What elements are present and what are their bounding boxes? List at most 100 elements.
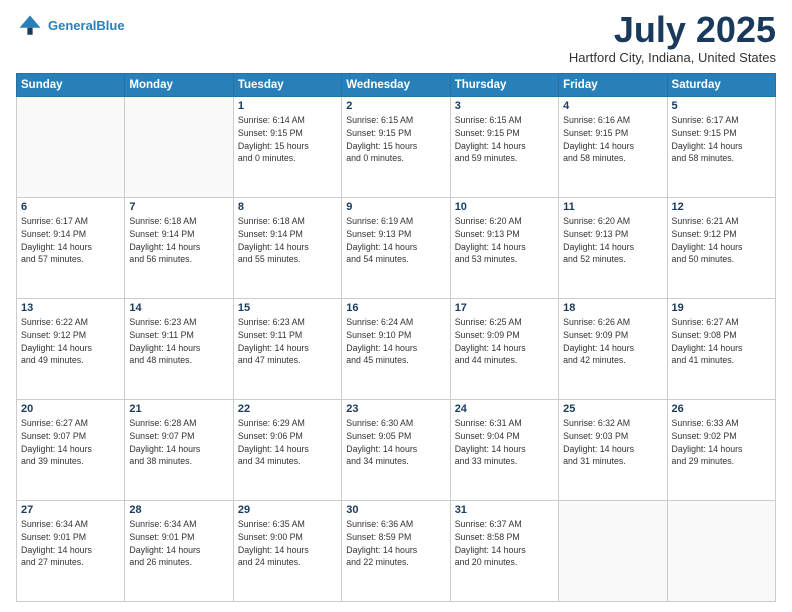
calendar-cell: 5 Sunrise: 6:17 AMSunset: 9:15 PMDaylight… [667, 97, 775, 198]
day-info: Sunrise: 6:37 AMSunset: 8:58 PMDaylight:… [455, 518, 554, 569]
calendar-week-row: 20 Sunrise: 6:27 AMSunset: 9:07 PMDayligh… [17, 400, 776, 501]
day-number: 25 [563, 403, 662, 415]
day-number: 18 [563, 302, 662, 314]
logo: GeneralBlue [16, 12, 125, 40]
day-info: Sunrise: 6:29 AMSunset: 9:06 PMDaylight:… [238, 417, 337, 468]
day-number: 26 [672, 403, 771, 415]
day-number: 10 [455, 201, 554, 213]
day-number: 1 [238, 100, 337, 112]
calendar-cell: 3Sunrise: 6:15 AMSunset: 9:15 PMDaylight… [450, 97, 558, 198]
day-info: Sunrise: 6:27 AMSunset: 9:08 PMDaylight:… [672, 316, 771, 367]
day-number: 19 [672, 302, 771, 314]
day-number: 8 [238, 201, 337, 213]
calendar-header-sunday: Sunday [17, 74, 125, 97]
day-info: Sunrise: 6:15 AMSunset: 9:15 PMDaylight:… [455, 114, 554, 165]
day-info: Sunrise: 6:17 AMSunset: 9:15 PMDaylight:… [672, 114, 771, 165]
day-info: Sunrise: 6:27 AMSunset: 9:07 PMDaylight:… [21, 417, 120, 468]
logo-general: General [48, 18, 96, 33]
calendar-cell: 13 Sunrise: 6:22 AMSunset: 9:12 PMDayligh… [17, 299, 125, 400]
day-info: Sunrise: 6:33 AMSunset: 9:02 PMDaylight:… [672, 417, 771, 468]
calendar-cell: 27 Sunrise: 6:34 AMSunset: 9:01 PMDayligh… [17, 501, 125, 602]
day-number: 6 [21, 201, 120, 213]
day-info: Sunrise: 6:21 AMSunset: 9:12 PMDaylight:… [672, 215, 771, 266]
day-number: 31 [455, 504, 554, 516]
day-number: 22 [238, 403, 337, 415]
day-number: 9 [346, 201, 445, 213]
day-number: 11 [563, 201, 662, 213]
calendar-cell: 1 Sunrise: 6:14 AMSunset: 9:15 PMDaylight… [233, 97, 341, 198]
day-info: Sunrise: 6:31 AMSunset: 9:04 PMDaylight:… [455, 417, 554, 468]
day-info: Sunrise: 6:15 AMSunset: 9:15 PMDaylight:… [346, 114, 445, 165]
calendar-cell: 20 Sunrise: 6:27 AMSunset: 9:07 PMDayligh… [17, 400, 125, 501]
header: GeneralBlue July 2025 Hartford City, Ind… [16, 12, 776, 65]
calendar-cell: 25Sunrise: 6:32 AMSunset: 9:03 PMDayligh… [559, 400, 667, 501]
calendar-cell: 7 Sunrise: 6:18 AMSunset: 9:14 PMDaylight… [125, 198, 233, 299]
calendar-cell: 14 Sunrise: 6:23 AMSunset: 9:11 PMDayligh… [125, 299, 233, 400]
day-number: 27 [21, 504, 120, 516]
day-info: Sunrise: 6:17 AMSunset: 9:14 PMDaylight:… [21, 215, 120, 266]
day-info: Sunrise: 6:28 AMSunset: 9:07 PMDaylight:… [129, 417, 228, 468]
day-number: 14 [129, 302, 228, 314]
day-number: 23 [346, 403, 445, 415]
day-info: Sunrise: 6:20 AMSunset: 9:13 PMDaylight:… [563, 215, 662, 266]
logo-text: GeneralBlue [48, 18, 125, 34]
calendar-cell: 15Sunrise: 6:23 AMSunset: 9:11 PMDayligh… [233, 299, 341, 400]
calendar-cell: 11 Sunrise: 6:20 AMSunset: 9:13 PMDayligh… [559, 198, 667, 299]
calendar-cell: 9 Sunrise: 6:19 AMSunset: 9:13 PMDaylight… [342, 198, 450, 299]
logo-blue: Blue [96, 18, 124, 33]
calendar-cell: 19 Sunrise: 6:27 AMSunset: 9:08 PMDayligh… [667, 299, 775, 400]
calendar-cell: 31 Sunrise: 6:37 AMSunset: 8:58 PMDayligh… [450, 501, 558, 602]
calendar-cell: 28 Sunrise: 6:34 AMSunset: 9:01 PMDayligh… [125, 501, 233, 602]
day-info: Sunrise: 6:18 AMSunset: 9:14 PMDaylight:… [129, 215, 228, 266]
day-info: Sunrise: 6:18 AMSunset: 9:14 PMDaylight:… [238, 215, 337, 266]
calendar-cell: 6 Sunrise: 6:17 AMSunset: 9:14 PMDaylight… [17, 198, 125, 299]
calendar-cell: 30 Sunrise: 6:36 AMSunset: 8:59 PMDayligh… [342, 501, 450, 602]
day-number: 15 [238, 302, 337, 314]
day-info: Sunrise: 6:19 AMSunset: 9:13 PMDaylight:… [346, 215, 445, 266]
day-info: Sunrise: 6:16 AMSunset: 9:15 PMDaylight:… [563, 114, 662, 165]
day-info: Sunrise: 6:24 AMSunset: 9:10 PMDaylight:… [346, 316, 445, 367]
calendar-header-saturday: Saturday [667, 74, 775, 97]
calendar-cell: 21 Sunrise: 6:28 AMSunset: 9:07 PMDayligh… [125, 400, 233, 501]
day-number: 28 [129, 504, 228, 516]
day-number: 30 [346, 504, 445, 516]
calendar-header-tuesday: Tuesday [233, 74, 341, 97]
calendar-cell [559, 501, 667, 602]
calendar-cell: 16Sunrise: 6:24 AMSunset: 9:10 PMDayligh… [342, 299, 450, 400]
day-number: 5 [672, 100, 771, 112]
calendar-cell: 29 Sunrise: 6:35 AMSunset: 9:00 PMDayligh… [233, 501, 341, 602]
calendar-week-row: 6 Sunrise: 6:17 AMSunset: 9:14 PMDaylight… [17, 198, 776, 299]
location-title: Hartford City, Indiana, United States [569, 50, 776, 65]
calendar-cell: 10 Sunrise: 6:20 AMSunset: 9:13 PMDayligh… [450, 198, 558, 299]
calendar-cell [667, 501, 775, 602]
calendar-cell: 4 Sunrise: 6:16 AMSunset: 9:15 PMDaylight… [559, 97, 667, 198]
day-number: 13 [21, 302, 120, 314]
day-number: 29 [238, 504, 337, 516]
day-number: 4 [563, 100, 662, 112]
calendar-cell: 18Sunrise: 6:26 AMSunset: 9:09 PMDayligh… [559, 299, 667, 400]
day-info: Sunrise: 6:22 AMSunset: 9:12 PMDaylight:… [21, 316, 120, 367]
day-number: 2 [346, 100, 445, 112]
day-info: Sunrise: 6:35 AMSunset: 9:00 PMDaylight:… [238, 518, 337, 569]
calendar-week-row: 13 Sunrise: 6:22 AMSunset: 9:12 PMDayligh… [17, 299, 776, 400]
calendar-header-wednesday: Wednesday [342, 74, 450, 97]
calendar-cell [125, 97, 233, 198]
day-info: Sunrise: 6:34 AMSunset: 9:01 PMDaylight:… [21, 518, 120, 569]
calendar-cell: 23Sunrise: 6:30 AMSunset: 9:05 PMDayligh… [342, 400, 450, 501]
day-info: Sunrise: 6:36 AMSunset: 8:59 PMDaylight:… [346, 518, 445, 569]
day-number: 21 [129, 403, 228, 415]
day-info: Sunrise: 6:20 AMSunset: 9:13 PMDaylight:… [455, 215, 554, 266]
calendar-week-row: 27 Sunrise: 6:34 AMSunset: 9:01 PMDayligh… [17, 501, 776, 602]
page: GeneralBlue July 2025 Hartford City, Ind… [0, 0, 792, 612]
day-info: Sunrise: 6:25 AMSunset: 9:09 PMDaylight:… [455, 316, 554, 367]
day-info: Sunrise: 6:34 AMSunset: 9:01 PMDaylight:… [129, 518, 228, 569]
day-info: Sunrise: 6:23 AMSunset: 9:11 PMDaylight:… [129, 316, 228, 367]
day-number: 20 [21, 403, 120, 415]
day-number: 7 [129, 201, 228, 213]
calendar-week-row: 1 Sunrise: 6:14 AMSunset: 9:15 PMDaylight… [17, 97, 776, 198]
day-number: 17 [455, 302, 554, 314]
month-title: July 2025 [569, 12, 776, 48]
calendar-cell: 8 Sunrise: 6:18 AMSunset: 9:14 PMDaylight… [233, 198, 341, 299]
day-info: Sunrise: 6:14 AMSunset: 9:15 PMDaylight:… [238, 114, 337, 165]
logo-icon [16, 12, 44, 40]
